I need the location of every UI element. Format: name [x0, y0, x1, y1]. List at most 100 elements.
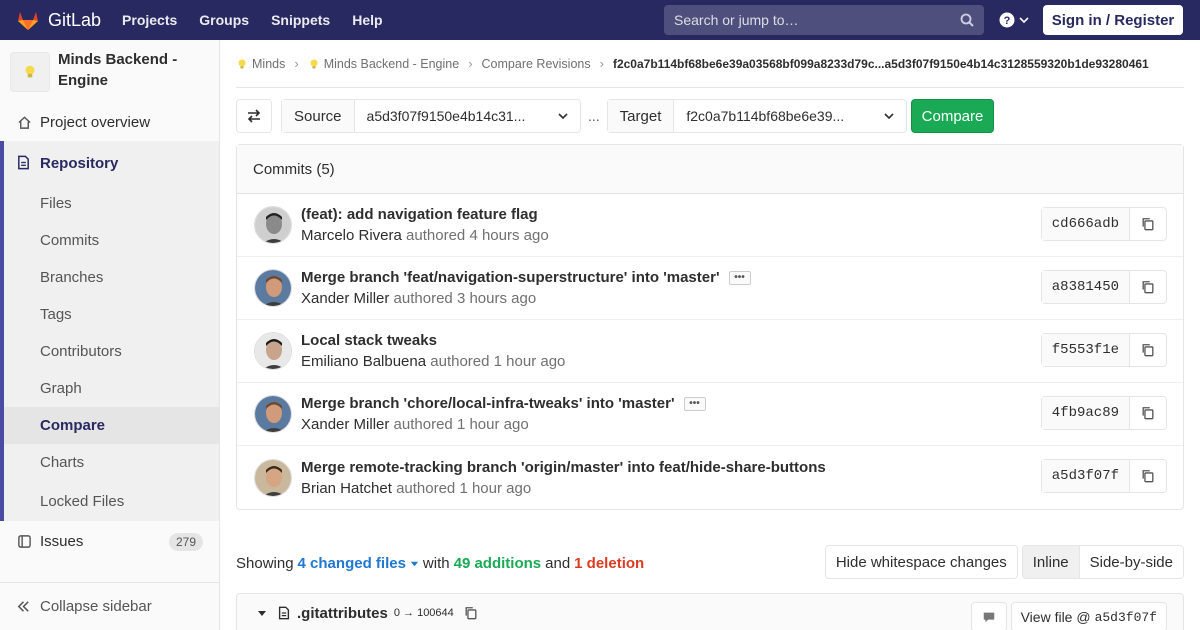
author-avatar[interactable] — [254, 332, 292, 370]
stats-with-label: with — [422, 554, 450, 572]
nav-help[interactable]: Help — [352, 12, 382, 28]
breadcrumb-project-label: Minds Backend - Engine — [323, 56, 460, 71]
sidebar-subitem-branches[interactable]: Branches — [4, 259, 219, 296]
commit-time: 1 hour ago — [459, 479, 532, 497]
target-dropdown[interactable]: f2c0a7b114bf68be6e39... — [674, 100, 905, 132]
diff-stats: Showing 4 changed files with 49 addition… — [236, 545, 1184, 581]
copy-sha-button[interactable] — [1130, 271, 1166, 303]
commit-sha[interactable]: 4fb9ac89 — [1041, 397, 1130, 429]
hide-whitespace-button[interactable]: Hide whitespace changes — [824, 545, 1018, 579]
issues-count-badge: 279 — [168, 532, 203, 551]
swap-revisions-button[interactable] — [236, 99, 272, 133]
double-chevron-left-icon — [16, 599, 32, 615]
project-avatar — [10, 52, 50, 92]
search-placeholder: Search or jump to… — [674, 12, 799, 28]
file-name[interactable]: .gitattributes — [297, 605, 388, 622]
diff-view-controls: Hide whitespace changes Inline Side-by-s… — [824, 545, 1184, 579]
commit-sha[interactable]: a5d3f07f — [1041, 460, 1130, 492]
gitlab-tanuki-icon — [18, 12, 38, 30]
changed-files-dropdown[interactable]: 4 changed files — [298, 555, 419, 572]
source-ref-selector: Source a5d3f07f9150e4b14c31... — [281, 99, 581, 133]
author-avatar[interactable] — [254, 458, 292, 497]
sidebar-item-label: Issues — [40, 533, 84, 550]
sidebar-subitem-files[interactable]: Files — [4, 185, 219, 222]
view-file-button[interactable]: View file @ a5d3f07f — [1010, 602, 1167, 630]
commit-title[interactable]: Merge branch 'feat/navigation-superstruc… — [301, 269, 720, 286]
project-sidebar: Minds Backend - Engine Project overview … — [0, 40, 220, 630]
sidebar-item-overview[interactable]: Project overview — [0, 104, 219, 141]
commit-title[interactable]: Merge remote-tracking branch 'origin/mas… — [301, 459, 826, 476]
help-dropdown[interactable]: ? — [999, 12, 1029, 28]
commit-sha-group: cd666adb — [1040, 207, 1167, 241]
file-icon — [278, 606, 290, 620]
copy-sha-button[interactable] — [1130, 460, 1166, 492]
side-by-side-button[interactable]: Side-by-side — [1079, 545, 1184, 579]
commit-sha[interactable]: cd666adb — [1041, 208, 1130, 240]
breadcrumb-current[interactable]: f2c0a7b114bf68be6e39a03568bf099a8233d79c… — [613, 57, 1149, 71]
commit-row: Local stack tweaks Emiliano Balbuena aut… — [237, 320, 1183, 383]
copy-sha-button[interactable] — [1130, 334, 1166, 366]
copy-icon — [1142, 407, 1154, 420]
nav-snippets[interactable]: Snippets — [271, 12, 330, 28]
author-avatar[interactable] — [254, 269, 292, 307]
breadcrumb-separator: › — [599, 56, 604, 71]
commit-author[interactable]: Xander Miller — [301, 416, 389, 433]
commit-sha[interactable]: f5553f1e — [1041, 334, 1130, 366]
project-name: Minds Backend - Engine — [58, 51, 178, 89]
sidebar-subitem-compare[interactable]: Compare — [4, 407, 219, 444]
sidebar-subitem-locked-files[interactable]: Locked Files — [4, 481, 219, 521]
commit-title[interactable]: Merge branch 'chore/local-infra-tweaks' … — [301, 395, 675, 412]
breadcrumb-group[interactable]: Minds — [236, 57, 285, 71]
commit-time: 3 hours ago — [456, 290, 537, 307]
expand-description-button[interactable]: ••• — [728, 270, 751, 285]
doc-icon — [16, 155, 32, 171]
author-avatar[interactable] — [254, 206, 292, 244]
home-icon — [16, 115, 32, 131]
copy-sha-button[interactable] — [1130, 208, 1166, 240]
chevron-down-icon — [884, 113, 894, 120]
authored-label: authored — [430, 353, 490, 370]
sidebar-section-repository: Repository Files Commits Branches Tags C… — [0, 141, 219, 521]
signin-button[interactable]: Sign in / Register — [1043, 5, 1183, 35]
sidebar-subitem-graph[interactable]: Graph — [4, 370, 219, 407]
commit-author[interactable]: Xander Miller — [301, 290, 389, 307]
commit-title[interactable]: (feat): add navigation feature flag — [301, 206, 538, 223]
toggle-comments-button[interactable] — [970, 602, 1007, 630]
collapse-sidebar-button[interactable]: Collapse sidebar — [0, 582, 219, 630]
authored-label: authored — [393, 416, 453, 433]
copy-icon[interactable] — [464, 606, 478, 620]
commit-row: Merge branch 'feat/navigation-superstruc… — [237, 257, 1183, 320]
commit-author[interactable]: Brian Hatchet — [301, 480, 392, 497]
sidebar-subitem-charts[interactable]: Charts — [4, 444, 219, 481]
inline-view-button[interactable]: Inline — [1021, 545, 1080, 579]
sidebar-subitem-contributors[interactable]: Contributors — [4, 333, 219, 370]
breadcrumb-separator: › — [294, 56, 299, 71]
commit-title[interactable]: Local stack tweaks — [301, 332, 437, 349]
sidebar-item-issues[interactable]: Issues 279 — [0, 523, 219, 560]
view-file-sha: a5d3f07f — [1094, 609, 1157, 625]
lightbulb-icon — [25, 65, 35, 78]
expand-description-button[interactable]: ••• — [683, 396, 706, 411]
author-avatar[interactable] — [254, 395, 292, 433]
sidebar-subitem-commits[interactable]: Commits — [4, 222, 219, 259]
commit-author[interactable]: Emiliano Balbuena — [301, 353, 426, 370]
search-icon — [960, 13, 974, 27]
additions-count: 49 additions — [453, 554, 542, 572]
issues-icon — [16, 534, 32, 550]
compare-button[interactable]: Compare — [910, 99, 995, 133]
sidebar-item-repository[interactable]: Repository — [4, 141, 219, 185]
copy-sha-button[interactable] — [1130, 397, 1166, 429]
project-header[interactable]: Minds Backend - Engine — [0, 40, 219, 104]
breadcrumb-project[interactable]: Minds Backend - Engine — [308, 56, 460, 71]
breadcrumb-section[interactable]: Compare Revisions — [482, 57, 591, 71]
nav-groups[interactable]: Groups — [199, 12, 249, 28]
search-input[interactable]: Search or jump to… — [664, 5, 984, 35]
nav-projects[interactable]: Projects — [122, 12, 177, 28]
gitlab-logo[interactable]: GitLab — [16, 0, 101, 40]
commit-sha[interactable]: a8381450 — [1041, 271, 1130, 303]
source-dropdown[interactable]: a5d3f07f9150e4b14c31... — [355, 100, 580, 132]
commit-author[interactable]: Marcelo Rivera — [301, 227, 402, 244]
caret-down-icon[interactable] — [257, 608, 267, 618]
sidebar-subitem-tags[interactable]: Tags — [4, 296, 219, 333]
group-avatar-icon — [238, 59, 246, 68]
